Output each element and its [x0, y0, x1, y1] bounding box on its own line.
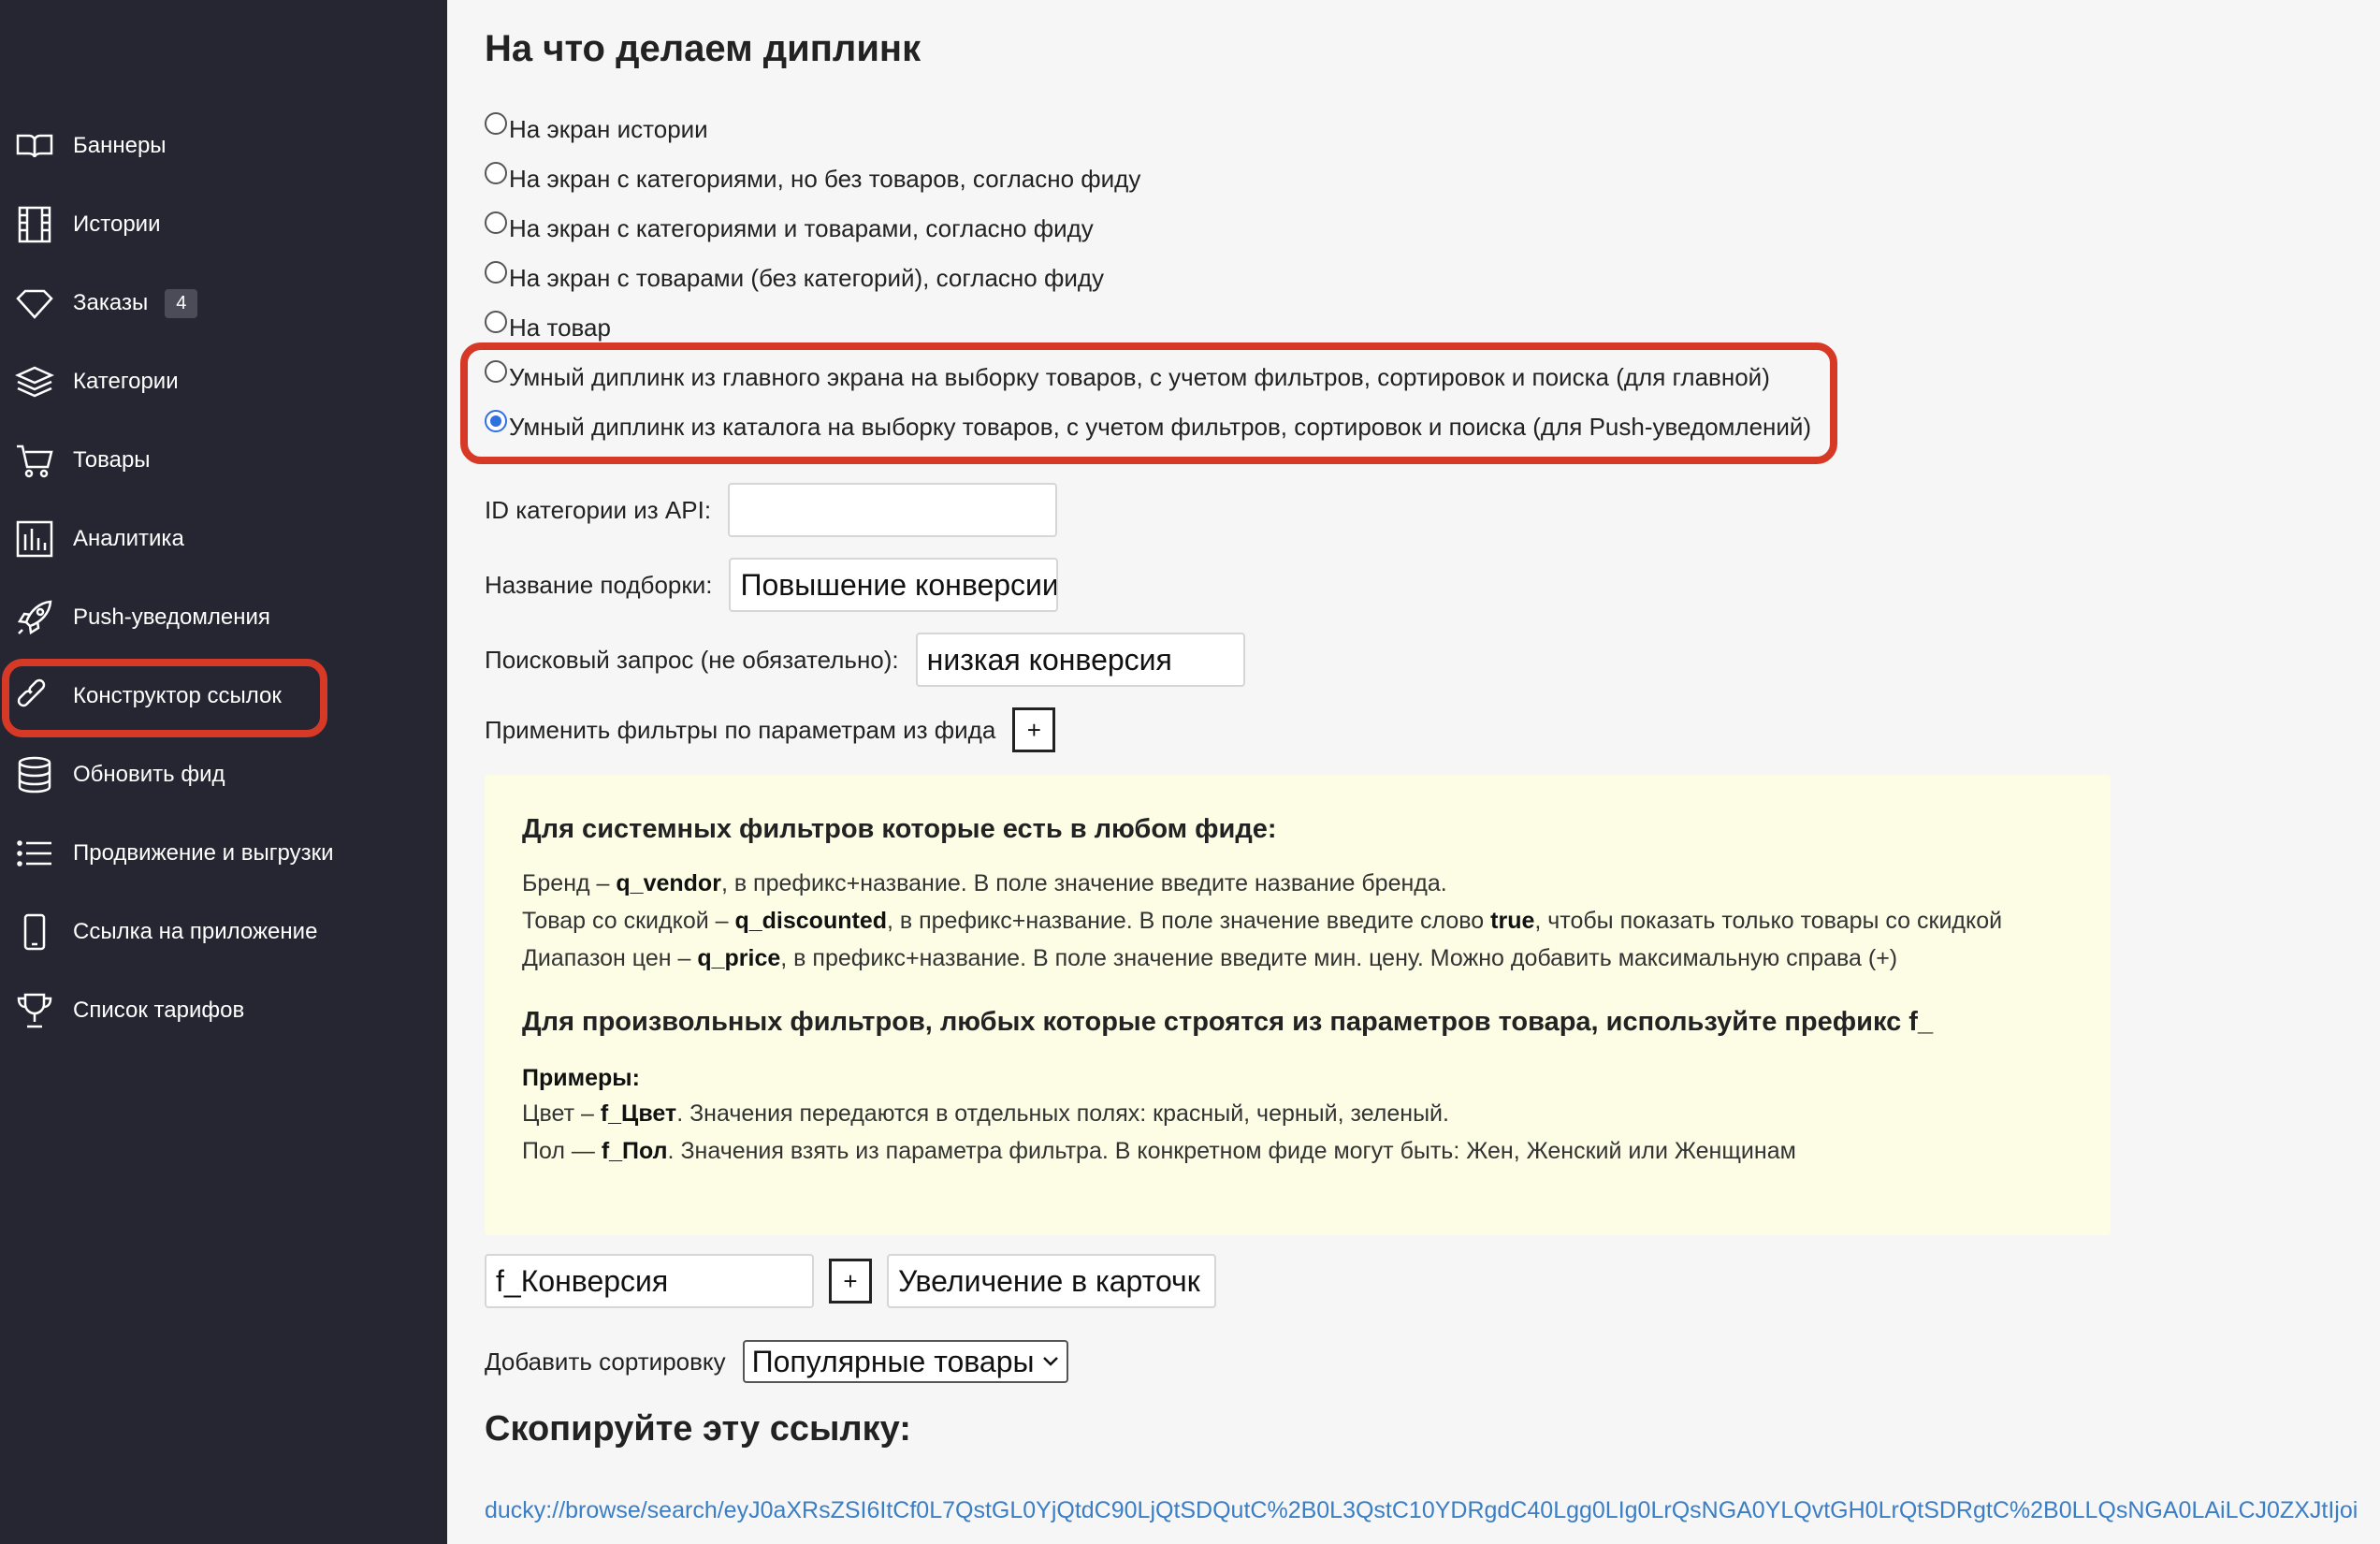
sidebar: Баннеры Истории Заказы 4 Категории Товар… — [0, 0, 447, 1544]
collection-name-label: Название подборки: — [485, 570, 713, 599]
collection-name-input[interactable]: Повышение конверсии — [729, 558, 1059, 612]
radio-button[interactable] — [485, 112, 507, 135]
sort-row: Добавить сортировку Популярные товары — [485, 1340, 1068, 1383]
sidebar-item-stories[interactable]: Истории — [15, 197, 427, 253]
sidebar-item-label: Баннеры — [73, 133, 167, 158]
sidebar-item-promotion[interactable]: Продвижение и выгрузки — [15, 825, 427, 881]
sort-select[interactable]: Популярные товары — [742, 1340, 1068, 1383]
list-icon — [15, 834, 54, 873]
add-filter-button[interactable]: + — [1012, 707, 1056, 752]
sidebar-item-products[interactable]: Товары — [15, 432, 427, 488]
help-color-line: Цвет – f_Цвет. Значения передаются в отд… — [522, 1100, 1449, 1127]
sidebar-item-label: Список тарифов — [73, 998, 245, 1023]
option-label: На экран с категориями, но без товаров, … — [509, 164, 1141, 193]
orders-count-badge: 4 — [165, 288, 198, 318]
filter-entry-row: f_Конверсия + Увеличение в карточк — [485, 1254, 1216, 1308]
film-icon — [15, 205, 54, 244]
deeplink-option-categories-no-products[interactable]: На экран с категориями, но без товаров, … — [485, 158, 1140, 199]
help-heading-system: Для системных фильтров которые есть в лю… — [522, 814, 1277, 844]
help-examples-label: Примеры: — [522, 1065, 640, 1091]
sidebar-item-label: Аналитика — [73, 526, 184, 551]
book-icon — [15, 126, 54, 166]
main-content: На что делаем диплинк На экран истории Н… — [447, 0, 2380, 1544]
sidebar-item-label: Заказы — [73, 290, 149, 315]
search-query-label: Поисковый запрос (не обязательно): — [485, 645, 899, 674]
option-label: На экран с товарами (без категорий), сог… — [509, 263, 1105, 292]
search-query-row: Поисковый запрос (не обязательно): низка… — [485, 633, 1245, 687]
sort-label: Добавить сортировку — [485, 1347, 726, 1376]
category-id-row: ID категории из API: — [485, 483, 1058, 537]
cart-icon — [15, 441, 54, 480]
option-label: На экран с категориями и товарами, согла… — [509, 213, 1094, 242]
deeplink-option-categories-products[interactable]: На экран с категориями и товарами, согла… — [485, 208, 1094, 249]
deeplink-option-stories[interactable]: На экран истории — [485, 109, 708, 150]
radio-button[interactable] — [485, 261, 507, 284]
analytics-icon — [15, 519, 54, 559]
help-gender-line: Пол — f_Пол. Значения взять из параметра… — [522, 1138, 1796, 1164]
filters-label: Применить фильтры по параметрам из фида — [485, 715, 996, 744]
sidebar-item-label: Категории — [73, 369, 179, 394]
sidebar-item-label: Истории — [73, 211, 161, 237]
option-label: На товар — [509, 313, 611, 342]
sidebar-item-categories[interactable]: Категории — [15, 354, 427, 410]
tag-icon — [15, 284, 54, 323]
generated-deeplink[interactable]: ducky://browse/search/eyJ0aXRsZSI6ItCf0L… — [485, 1497, 2380, 1524]
copy-link-title: Скопируйте эту ссылку: — [485, 1409, 911, 1449]
rocket-icon — [15, 598, 54, 637]
chevron-down-icon — [1042, 1356, 1059, 1367]
category-id-label: ID категории из API: — [485, 495, 712, 524]
filter-value-input[interactable]: Увеличение в карточк — [887, 1254, 1216, 1308]
page-title: На что делаем диплинк — [485, 28, 922, 69]
sidebar-item-tariffs[interactable]: Список тарифов — [15, 983, 427, 1039]
help-discount-line: Товар со скидкой – q_discounted, в префи… — [522, 908, 2003, 934]
sidebar-item-update-feed[interactable]: Обновить фид — [15, 747, 427, 803]
trophy-icon — [15, 991, 54, 1030]
sidebar-item-app-link[interactable]: Ссылка на приложение — [15, 904, 427, 960]
help-price-line: Диапазон цен – q_price, в префикс+назван… — [522, 945, 1898, 971]
radio-button[interactable] — [485, 162, 507, 184]
sidebar-item-label: Push-уведомления — [73, 604, 270, 630]
help-brand-line: Бренд – q_vendor, в префикс+название. В … — [522, 870, 1447, 896]
sidebar-item-orders[interactable]: Заказы 4 — [15, 275, 427, 331]
sidebar-item-label: Продвижение и выгрузки — [73, 840, 334, 866]
filter-help-box: Для системных фильтров которые есть в лю… — [485, 775, 2111, 1235]
search-query-input[interactable]: низкая конверсия — [915, 633, 1245, 687]
radio-button[interactable] — [485, 311, 507, 333]
sort-selected-value: Популярные товары — [751, 1344, 1035, 1378]
collection-name-row: Название подборки: Повышение конверсии — [485, 558, 1059, 612]
help-heading-custom: Для произвольных фильтров, любых которые… — [522, 1007, 1934, 1037]
category-id-input[interactable] — [728, 483, 1058, 537]
option-label: На экран истории — [509, 114, 708, 143]
sidebar-item-label: Обновить фид — [73, 762, 225, 787]
sidebar-item-analytics[interactable]: Аналитика — [15, 511, 427, 567]
filters-row: Применить фильтры по параметрам из фида … — [485, 707, 1056, 752]
phone-icon — [15, 912, 54, 952]
sidebar-item-banners[interactable]: Баннеры — [15, 118, 427, 174]
sidebar-item-label: Товары — [73, 447, 151, 473]
database-icon — [15, 755, 54, 794]
add-filter-value-button[interactable]: + — [829, 1259, 872, 1304]
deeplink-option-products-only[interactable]: На экран с товарами (без категорий), сог… — [485, 257, 1104, 299]
sidebar-item-label: Ссылка на приложение — [73, 919, 318, 944]
radio-button[interactable] — [485, 211, 507, 234]
layers-icon — [15, 362, 54, 401]
active-item-highlight — [2, 659, 327, 737]
filter-name-input[interactable]: f_Конверсия — [485, 1254, 814, 1308]
sidebar-item-push[interactable]: Push-уведомления — [15, 590, 427, 646]
selected-options-highlight — [460, 342, 1837, 464]
